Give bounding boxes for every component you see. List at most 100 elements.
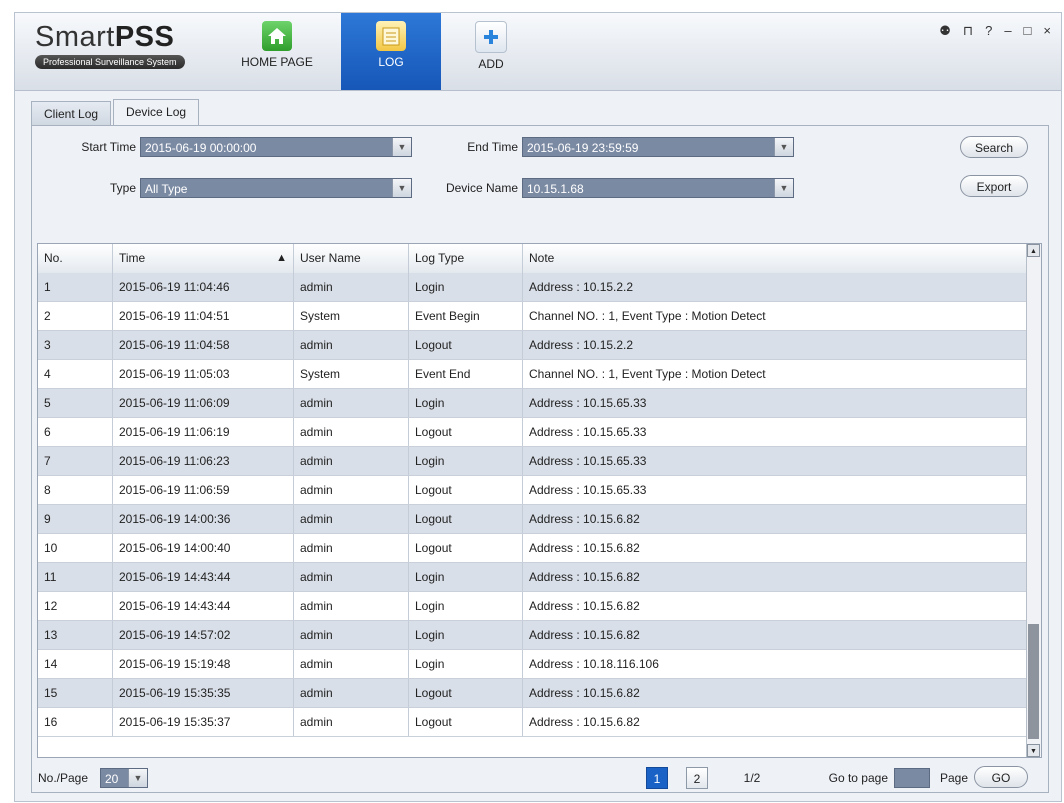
table-cell: Address : 10.15.6.82 <box>529 599 640 613</box>
table-cell: Login <box>409 650 523 678</box>
table-row[interactable]: 2 2015-06-19 11:04:51 System Event Begin Cha… <box>38 302 1028 331</box>
table-cell: admin <box>294 621 409 649</box>
start-time-field[interactable]: 2015-06-19 00:00:00 ▼ <box>140 137 412 157</box>
table-cell: Channel NO. : 1, Event Type : Motion Det… <box>529 367 766 381</box>
table-row[interactable]: 7 2015-06-19 11:06:23 admin Login Address : … <box>38 447 1028 476</box>
maximize-icon[interactable]: □ <box>1024 23 1032 39</box>
page-1-button[interactable]: 1 <box>646 767 668 789</box>
chevron-down-icon[interactable]: ▼ <box>774 138 793 156</box>
table-row[interactable]: 13 2015-06-19 14:57:02 admin Login Address :… <box>38 621 1028 650</box>
chevron-down-icon[interactable]: ▼ <box>392 138 411 156</box>
table-row[interactable]: 9 2015-06-19 14:00:36 admin Logout Address :… <box>38 505 1028 534</box>
table-cell: 2015-06-19 11:04:46 <box>113 273 294 301</box>
goto-page-input[interactable] <box>894 768 930 788</box>
vertical-scrollbar[interactable]: ▲ ▼ <box>1026 244 1041 757</box>
scroll-up-icon[interactable]: ▲ <box>1027 244 1040 257</box>
end-time-field[interactable]: 2015-06-19 23:59:59 ▼ <box>522 137 794 157</box>
table-cell: admin <box>294 418 409 446</box>
device-log-panel: Start Time 2015-06-19 00:00:00 ▼ End Tim… <box>31 125 1049 793</box>
table-cell: Event End <box>409 360 523 388</box>
table-cell: 10 <box>38 534 113 562</box>
app-logo: SmartPSS Professional Surveillance Syste… <box>35 21 185 69</box>
tab-device-log[interactable]: Device Log <box>113 99 200 126</box>
table-cell: 4 <box>38 360 113 388</box>
table-cell: admin <box>294 331 409 359</box>
table-cell: Login <box>409 592 523 620</box>
table-cell: 2015-06-19 14:43:44 <box>113 563 294 591</box>
add-plus-icon <box>475 21 507 53</box>
table-cell: 2015-06-19 14:43:44 <box>113 592 294 620</box>
table-cell: 3 <box>38 331 113 359</box>
table-cell: Channel NO. : 1, Event Type : Motion Det… <box>529 309 766 323</box>
scroll-down-icon[interactable]: ▼ <box>1027 744 1040 757</box>
search-button[interactable]: Search <box>960 136 1028 158</box>
chevron-down-icon[interactable]: ▼ <box>774 179 793 197</box>
user-icon[interactable]: ⚉ <box>939 23 951 39</box>
table-row[interactable]: 6 2015-06-19 11:06:19 admin Logout Address :… <box>38 418 1028 447</box>
col-log-type[interactable]: Log Type <box>409 244 523 273</box>
device-name-select[interactable]: 10.15.1.68 ▼ <box>522 178 794 198</box>
log-tabs: Client Log Device Log <box>31 99 201 126</box>
table-cell: Login <box>409 389 523 417</box>
table-row[interactable]: 10 2015-06-19 14:00:40 admin Logout Address … <box>38 534 1028 563</box>
table-cell: 15 <box>38 679 113 707</box>
table-cell: 2015-06-19 11:06:59 <box>113 476 294 504</box>
device-name-label: Device Name <box>445 181 518 195</box>
start-time-value: 2015-06-19 00:00:00 <box>145 141 257 155</box>
table-row[interactable]: 1 2015-06-19 11:04:46 admin Login Address : … <box>38 273 1028 302</box>
nav-home-page[interactable]: HOME PAGE <box>239 13 315 90</box>
app-subtitle: Professional Surveillance System <box>35 55 185 69</box>
table-cell: Address : 10.15.6.82 <box>529 570 640 584</box>
table-cell: admin <box>294 505 409 533</box>
table-cell: Address : 10.15.6.82 <box>529 686 640 700</box>
page-2-button[interactable]: 2 <box>686 767 708 789</box>
col-user-name[interactable]: User Name <box>294 244 409 273</box>
table-cell: Address : 10.15.65.33 <box>529 454 647 468</box>
page-suffix-label: Page <box>939 771 968 785</box>
scroll-thumb[interactable] <box>1028 624 1039 739</box>
table-row[interactable]: 8 2015-06-19 11:06:59 admin Logout Address :… <box>38 476 1028 505</box>
table-cell: 12 <box>38 592 113 620</box>
chevron-down-icon[interactable]: ▼ <box>128 769 147 787</box>
table-row[interactable]: 14 2015-06-19 15:19:48 admin Login Address :… <box>38 650 1028 679</box>
per-page-select[interactable]: 20 ▼ <box>100 768 148 788</box>
table-row[interactable]: 15 2015-06-19 15:35:35 admin Logout Address … <box>38 679 1028 708</box>
app-window: SmartPSS Professional Surveillance Syste… <box>14 12 1062 802</box>
table-cell: Address : 10.15.2.2 <box>529 280 634 294</box>
export-button[interactable]: Export <box>960 175 1028 197</box>
goto-page-label: Go to page <box>828 771 888 785</box>
table-cell: 8 <box>38 476 113 504</box>
table-cell: Address : 10.15.65.33 <box>529 425 647 439</box>
table-cell: 2015-06-19 11:06:09 <box>113 389 294 417</box>
type-select[interactable]: All Type ▼ <box>140 178 412 198</box>
help-icon[interactable]: ? <box>985 23 992 39</box>
nav-log-label: LOG <box>378 55 404 69</box>
lock-icon[interactable]: ⊓ <box>963 23 973 39</box>
table-row[interactable]: 4 2015-06-19 11:05:03 System Event End Chann… <box>38 360 1028 389</box>
col-note[interactable]: Note <box>523 244 1028 273</box>
table-row[interactable]: 12 2015-06-19 14:43:44 admin Login Address :… <box>38 592 1028 621</box>
table-cell: Logout <box>409 505 523 533</box>
col-no[interactable]: No. <box>38 244 113 273</box>
minimize-icon[interactable]: – <box>1004 23 1011 39</box>
table-cell: Address : 10.15.6.82 <box>529 628 640 642</box>
table-cell: 11 <box>38 563 113 591</box>
per-page-label: No./Page <box>38 771 89 785</box>
table-cell: 2015-06-19 15:35:35 <box>113 679 294 707</box>
table-row[interactable]: 3 2015-06-19 11:04:58 admin Logout Address :… <box>38 331 1028 360</box>
nav-log[interactable]: LOG <box>341 13 441 90</box>
table-cell: Address : 10.15.2.2 <box>529 338 634 352</box>
go-button[interactable]: GO <box>974 766 1028 788</box>
table-row[interactable]: 5 2015-06-19 11:06:09 admin Login Address : … <box>38 389 1028 418</box>
close-icon[interactable]: × <box>1043 23 1051 39</box>
table-cell: 9 <box>38 505 113 533</box>
table-cell: Logout <box>409 331 523 359</box>
table-cell: Address : 10.15.65.33 <box>529 483 647 497</box>
chevron-down-icon[interactable]: ▼ <box>392 179 411 197</box>
nav-add[interactable]: ADD <box>453 13 529 90</box>
tab-client-log[interactable]: Client Log <box>31 101 112 126</box>
table-row[interactable]: 16 2015-06-19 15:35:37 admin Logout Address … <box>38 708 1028 737</box>
col-time[interactable]: Time ▲ <box>113 244 294 273</box>
table-cell: 5 <box>38 389 113 417</box>
table-row[interactable]: 11 2015-06-19 14:43:44 admin Login Address :… <box>38 563 1028 592</box>
